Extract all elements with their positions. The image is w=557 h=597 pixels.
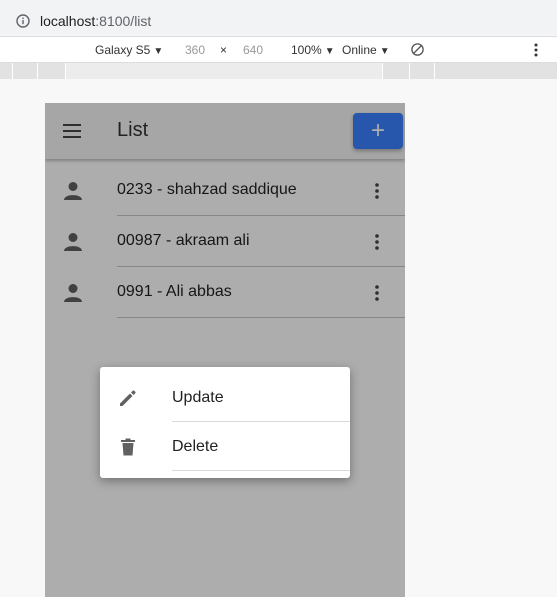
device-toolbar: Galaxy S5 ▼ 360 × 640 100% ▼ Online ▼ [0, 36, 557, 63]
device-viewport: List + 0233 - shahzad saddique 00987 - a… [45, 103, 405, 597]
rotate-icon[interactable] [410, 42, 425, 57]
omnibox[interactable]: localhost:8100/list [4, 4, 553, 31]
delete-menu-item[interactable]: Delete [100, 423, 350, 471]
network-select[interactable]: Online ▼ [342, 43, 390, 57]
media-query-ruler [0, 63, 557, 79]
delete-label: Delete [172, 438, 219, 455]
device-select[interactable]: Galaxy S5 ▼ [95, 43, 163, 57]
zoom-value: 100% [291, 43, 322, 57]
browser-address-bar: localhost:8100/list [0, 0, 557, 35]
popover-backdrop[interactable] [45, 103, 405, 597]
device-name: Galaxy S5 [95, 43, 151, 57]
ruler-segment[interactable] [38, 63, 66, 79]
ruler-segment[interactable] [435, 63, 557, 79]
update-menu-item[interactable]: Update [100, 374, 350, 422]
ruler-segment[interactable] [0, 63, 13, 79]
divider [172, 470, 350, 471]
url-text[interactable]: localhost:8100/list [40, 13, 151, 29]
chevron-down-icon: ▼ [153, 46, 164, 57]
ruler-segment[interactable] [66, 63, 383, 79]
pencil-icon [120, 390, 136, 406]
chevron-down-icon: ▼ [379, 46, 390, 57]
ruler-segment[interactable] [13, 63, 38, 79]
info-icon[interactable] [16, 14, 30, 28]
divider [172, 421, 350, 422]
network-value: Online [342, 43, 377, 57]
ruler-segment[interactable] [383, 63, 410, 79]
update-label: Update [172, 389, 224, 406]
height-field[interactable]: 640 [243, 43, 263, 57]
trash-icon [121, 438, 135, 456]
zoom-select[interactable]: 100% ▼ [291, 43, 335, 57]
url-path: :8100/list [95, 13, 152, 29]
action-popover: Update Delete [100, 367, 350, 478]
ruler-segment[interactable] [410, 63, 435, 79]
more-options-icon[interactable] [533, 42, 539, 58]
dimension-separator: × [220, 43, 228, 57]
chevron-down-icon: ▼ [324, 46, 335, 57]
url-host: localhost [40, 13, 96, 29]
width-field[interactable]: 360 [185, 43, 205, 57]
